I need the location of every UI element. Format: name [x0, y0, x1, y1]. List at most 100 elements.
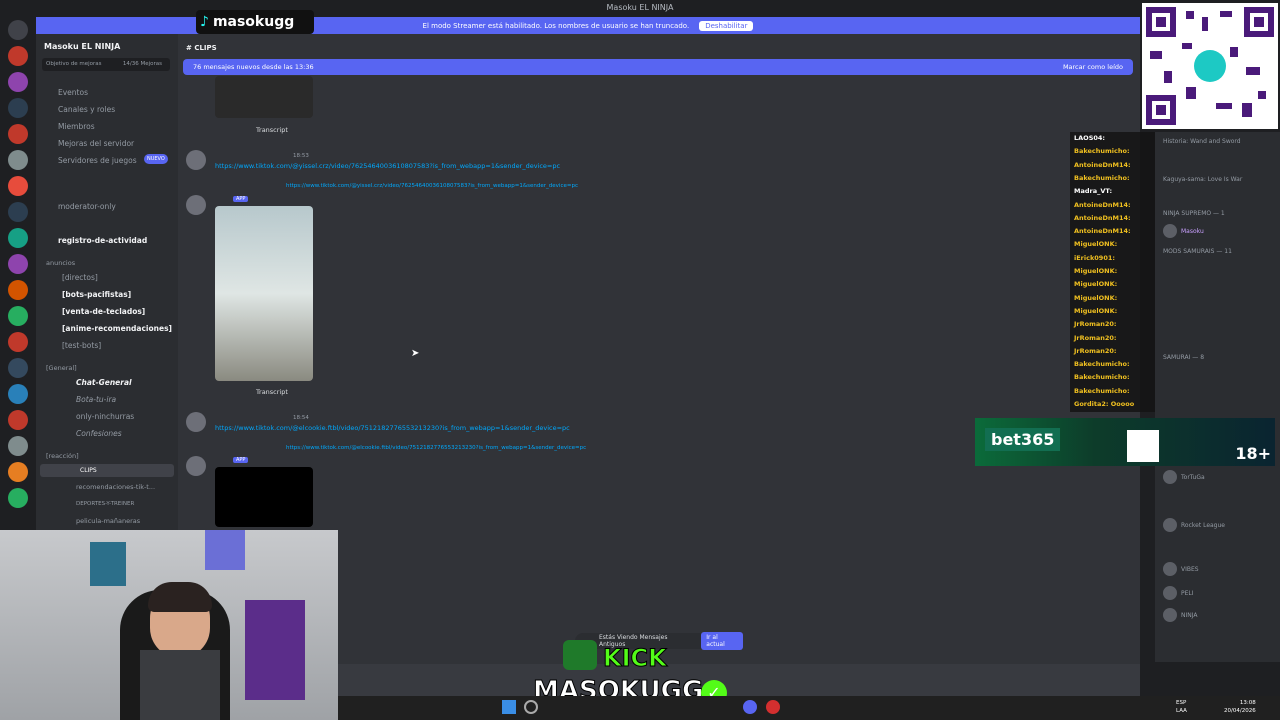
channel-only-ninchurras[interactable]: only-ninchurras	[76, 410, 134, 423]
avatar[interactable]	[186, 195, 206, 215]
channel-bots-pacifistas[interactable]: [bots-pacifistas]	[62, 288, 131, 301]
tiktok-link[interactable]: https://www.tiktok.com/@yissel.crz/video…	[215, 162, 560, 170]
channel-registro[interactable]: registro-de-actividad	[58, 234, 147, 247]
channel-anime[interactable]: [anime-recomendaciones]	[62, 322, 172, 335]
channel-pelicula[interactable]: pelicula-mañaneras	[76, 515, 140, 528]
server-icon[interactable]	[8, 228, 28, 248]
server-icon[interactable]	[8, 254, 28, 274]
member-item[interactable]: TorTuGa	[1163, 470, 1205, 484]
server-icon[interactable]	[8, 410, 28, 430]
server-icon[interactable]	[8, 332, 28, 352]
search-icon[interactable]	[524, 700, 538, 714]
server-icon[interactable]	[8, 436, 28, 456]
language-indicator[interactable]: ESP LAA	[1176, 699, 1187, 715]
server-icon[interactable]	[8, 46, 28, 66]
language-code: ESP	[1176, 700, 1187, 706]
discord-home-icon[interactable]	[8, 20, 28, 40]
windows-start-icon[interactable]	[502, 700, 516, 714]
activity-card[interactable]: Kaguya-sama: Love Is War	[1163, 176, 1242, 183]
avatar	[1163, 586, 1177, 600]
reply-link[interactable]: https://www.tiktok.com/@elcookie.ftbl/vi…	[286, 445, 586, 451]
stream-chat-line: MiguelONK:	[1074, 267, 1118, 275]
app-taskbar-icon[interactable]	[766, 700, 780, 714]
nav-members[interactable]: Miembros	[58, 120, 95, 133]
category-general[interactable]: [General]	[46, 364, 77, 372]
channel-clips[interactable]: CLIPS	[40, 464, 174, 477]
clock[interactable]: 13:08 20/04/2026	[1224, 699, 1256, 715]
avatar[interactable]	[186, 456, 206, 476]
server-icon[interactable]	[8, 462, 28, 482]
activity-card[interactable]: Historia: Wand and Sword	[1163, 138, 1241, 145]
stream-chat-line: Bakechumicho:	[1074, 360, 1130, 369]
channel-deportes[interactable]: DEPORTES-Y-TREINER	[76, 498, 134, 511]
stream-chat-line: Madra_VT:	[1074, 187, 1113, 196]
server-icon[interactable]	[8, 98, 28, 118]
clock-date: 20/04/2026	[1224, 708, 1256, 714]
mark-read-button[interactable]: Marcar como leído	[1063, 63, 1123, 71]
discord-taskbar-icon[interactable]	[743, 700, 757, 714]
member-item[interactable]: NINJA	[1163, 608, 1198, 622]
category-anuncios[interactable]: anuncios	[46, 259, 75, 267]
member-item[interactable]: VIBES	[1163, 562, 1199, 576]
member-name: Masoku	[1181, 227, 1204, 235]
stream-chat-line: JrRoman20:	[1074, 320, 1117, 329]
channel-confesiones[interactable]: Confesiones	[76, 427, 122, 440]
member-name: TorTuGa	[1181, 473, 1205, 481]
banner-text: El modo Streamer está habilitado. Los no…	[422, 21, 690, 30]
avatar	[1163, 518, 1177, 532]
message-timestamp: 18:53	[293, 153, 309, 159]
tiktok-link[interactable]: https://www.tiktok.com/@elcookie.ftbl/vi…	[215, 424, 570, 432]
bet365-logo: bet365	[985, 428, 1061, 451]
server-icon[interactable]	[8, 384, 28, 404]
nav-server-boosts[interactable]: Mejoras del servidor	[58, 137, 134, 150]
streamer-shirt	[140, 650, 220, 720]
member-tag: PELI	[1181, 589, 1194, 597]
channel-bota-tu-ira[interactable]: Bota-tu-ira	[76, 393, 116, 406]
server-icon[interactable]	[8, 176, 28, 196]
transcript-button[interactable]: Transcript	[256, 126, 288, 134]
channel-directos[interactable]: [directos]	[62, 271, 98, 284]
channel-test-bots[interactable]: [test-bots]	[62, 339, 101, 352]
category-reaccion[interactable]: [reacción]	[46, 452, 79, 460]
stream-chat-line: MiguelONK:	[1074, 280, 1118, 289]
nav-events[interactable]: Eventos	[58, 86, 88, 99]
reply-link[interactable]: https://www.tiktok.com/@yissel.crz/video…	[286, 183, 578, 189]
channel-moderator-only[interactable]: moderator-only	[58, 200, 116, 213]
avatar[interactable]	[186, 150, 206, 170]
server-icon[interactable]	[8, 488, 28, 508]
avatar[interactable]	[186, 412, 206, 432]
role-group-header: MODS SAMURAIS — 11	[1163, 248, 1232, 255]
channel-chat-general[interactable]: Chat-General	[76, 376, 132, 389]
boost-goal[interactable]: Objetivo de mejoras 14/36 Mejoras	[42, 58, 170, 71]
nav-channels-roles[interactable]: Canales y roles	[58, 103, 115, 116]
wall-poster	[205, 530, 245, 570]
transcript-button[interactable]: Transcript	[256, 388, 288, 396]
member-item[interactable]: PELI	[1163, 586, 1194, 600]
video-embed[interactable]	[215, 467, 313, 527]
app-tag: APP	[233, 457, 249, 463]
message-timestamp: 18:54	[293, 415, 309, 421]
bet365-ad-overlay: bet365 18+	[975, 418, 1275, 466]
disable-streamer-button[interactable]: Deshabilitar	[699, 20, 754, 31]
stream-chat-line: AntoineDnM14:	[1074, 227, 1131, 236]
activity-title: Historia: Wand and Sword	[1163, 138, 1241, 145]
server-icon[interactable]	[8, 124, 28, 144]
video-embed[interactable]	[215, 206, 313, 381]
video-embed[interactable]	[215, 76, 313, 118]
server-icon[interactable]	[8, 150, 28, 170]
message-composer[interactable]	[338, 664, 1140, 696]
nav-game-servers[interactable]: Servidores de juegos	[58, 154, 137, 167]
server-icon[interactable]	[8, 306, 28, 326]
channel-recomendaciones[interactable]: recomendaciones-tik-t...	[76, 481, 155, 494]
server-icon[interactable]	[8, 280, 28, 300]
channel-sidebar: Masoku EL NINJA Objetivo de mejoras 14/3…	[36, 34, 178, 530]
server-icon[interactable]	[8, 72, 28, 92]
member-item[interactable]: Masoku	[1163, 224, 1204, 238]
new-messages-bar[interactable]: 76 mensajes nuevos desde las 13:36 Marca…	[183, 59, 1133, 75]
server-icon[interactable]	[8, 358, 28, 378]
channel-venta-teclados[interactable]: [venta-de-teclados]	[62, 305, 145, 318]
member-item[interactable]: Rocket League	[1163, 518, 1225, 532]
new-messages-text: 76 mensajes nuevos desde las 13:36	[193, 63, 314, 71]
server-name[interactable]: Masoku EL NINJA	[44, 40, 120, 53]
server-icon[interactable]	[8, 202, 28, 222]
